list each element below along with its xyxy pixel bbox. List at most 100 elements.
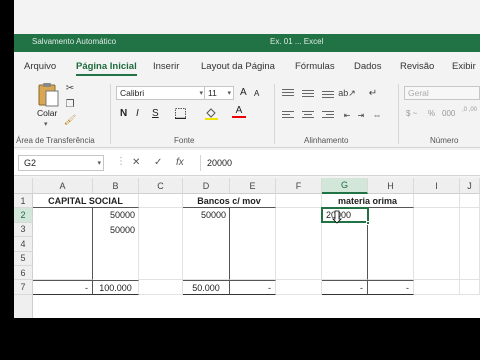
fill-color-icon[interactable]	[204, 106, 218, 120]
cell-g7[interactable]: -	[322, 280, 368, 295]
font-name-select[interactable]: Calibri ▾	[116, 86, 206, 100]
cell-a2-a6[interactable]	[33, 208, 93, 281]
grow-font-icon[interactable]: A	[240, 87, 247, 98]
increase-decimal-button[interactable]: ,0 ,00	[462, 107, 480, 113]
thousands-separator-button[interactable]: 000	[442, 109, 455, 118]
cell-h7[interactable]: -	[368, 280, 414, 295]
row-header-8[interactable]	[14, 294, 33, 318]
autosave-label[interactable]: Salvamento Automático	[32, 37, 116, 46]
italic-button[interactable]: I	[136, 108, 139, 119]
cell-j2-j6[interactable]	[460, 208, 480, 281]
format-painter-icon[interactable]: 🖌	[64, 114, 77, 126]
spreadsheet-grid[interactable]: A B C D E F G H I J 1 2 3 4 5 6 7 CAPITA…	[14, 178, 480, 318]
ribbon-tabs: Arquivo Página Inicial Inserir Layout da…	[14, 52, 480, 78]
cell-a7[interactable]: -	[33, 280, 93, 295]
column-header-c[interactable]: C	[139, 178, 183, 194]
cell-i7[interactable]	[414, 280, 460, 295]
row-8-cells[interactable]	[33, 295, 480, 318]
align-right-icon[interactable]	[322, 110, 334, 120]
cell-g1[interactable]: materia orima	[322, 194, 414, 209]
align-top-icon[interactable]	[282, 88, 294, 98]
align-bottom-icon[interactable]	[322, 88, 334, 98]
cell-a1[interactable]: CAPITAL SOCIAL	[33, 194, 139, 209]
cell-c1[interactable]	[139, 194, 183, 209]
tab-view[interactable]: Exibir	[452, 61, 476, 72]
cell-c2-c6[interactable]	[139, 208, 183, 281]
column-header-j[interactable]: J	[460, 178, 480, 194]
cell-d7[interactable]: 50.000	[183, 280, 230, 295]
tab-file[interactable]: Arquivo	[24, 61, 56, 72]
cell-j7[interactable]	[460, 280, 480, 295]
merge-center-icon[interactable]: ⇔	[370, 108, 384, 122]
tab-formulas[interactable]: Fórmulas	[295, 61, 335, 72]
column-header-i[interactable]: I	[414, 178, 460, 194]
font-color-icon[interactable]: A	[232, 105, 246, 121]
row-header-1[interactable]: 1	[14, 194, 33, 209]
cell-f7[interactable]	[276, 280, 322, 295]
group-label-clipboard: Área de Transferência	[16, 136, 95, 145]
cell-j1[interactable]	[460, 194, 480, 209]
row-header-5[interactable]: 5	[14, 251, 33, 266]
formula-bar: G2 ▾ ⋮ ✕ ✓ fx 20000	[14, 150, 480, 176]
column-header-b[interactable]: B	[93, 178, 139, 194]
bold-button[interactable]: N	[120, 108, 127, 119]
column-header-g[interactable]: G	[322, 178, 368, 194]
row-header-7[interactable]: 7	[14, 280, 33, 295]
align-left-icon[interactable]	[282, 110, 294, 120]
cut-icon[interactable]: ✂	[64, 82, 76, 94]
column-header-h[interactable]: H	[368, 178, 414, 194]
tab-insert[interactable]: Inserir	[153, 61, 179, 72]
paste-dropdown-icon[interactable]: ▾	[44, 120, 48, 128]
paste-icon[interactable]	[36, 82, 60, 108]
formula-input[interactable]: 20000	[200, 155, 480, 171]
wrap-text-icon[interactable]: ↵	[366, 86, 380, 100]
number-format-select[interactable]: Geral	[404, 86, 480, 100]
borders-icon[interactable]	[174, 107, 186, 119]
row-header-3[interactable]: 3	[14, 222, 33, 238]
active-cell-g2[interactable]: 20000	[321, 207, 369, 224]
cell-f1[interactable]	[276, 194, 322, 209]
cell-d2[interactable]: 50000	[183, 208, 230, 222]
name-box[interactable]: G2 ▾	[18, 155, 104, 171]
enter-icon[interactable]: ✓	[154, 157, 162, 168]
tab-review[interactable]: Revisão	[400, 61, 434, 72]
group-label-font: Fonte	[174, 136, 195, 145]
cell-c7[interactable]	[139, 280, 183, 295]
cell-b7[interactable]: 100.000	[93, 280, 139, 295]
percent-format-button[interactable]: %	[428, 109, 435, 118]
cell-h2-h6[interactable]	[368, 208, 414, 281]
fill-handle[interactable]	[366, 221, 370, 225]
column-header-f[interactable]: F	[276, 178, 322, 194]
cell-f2-f6[interactable]	[276, 208, 322, 281]
cell-d1[interactable]: Bancos c/ mov	[183, 194, 276, 209]
row-header-4[interactable]: 4	[14, 237, 33, 252]
column-header-a[interactable]: A	[33, 178, 93, 194]
tab-data[interactable]: Dados	[354, 61, 381, 72]
cell-e7[interactable]: -	[230, 280, 276, 295]
cell-i2-i6[interactable]	[414, 208, 460, 281]
row-header-2[interactable]: 2	[14, 208, 33, 223]
row-header-6[interactable]: 6	[14, 266, 33, 281]
cancel-icon[interactable]: ✕	[132, 157, 140, 168]
cell-i1[interactable]	[414, 194, 460, 209]
paste-label[interactable]: Colar	[37, 108, 57, 118]
increase-indent-icon[interactable]: ⇥	[354, 108, 368, 122]
cell-b3[interactable]: 50000	[93, 223, 139, 237]
cell-e2-e6[interactable]	[230, 208, 276, 281]
column-header-d[interactable]: D	[183, 178, 230, 194]
cell-b2[interactable]: 50000	[93, 208, 139, 222]
column-header-e[interactable]: E	[230, 178, 276, 194]
orientation-icon[interactable]: ab↗	[338, 86, 356, 100]
shrink-font-icon[interactable]: A	[254, 89, 259, 98]
tab-page-layout[interactable]: Layout da Página	[201, 61, 275, 72]
insert-function-icon[interactable]: fx	[176, 157, 184, 168]
tab-home[interactable]: Página Inicial	[76, 61, 137, 76]
currency-format-button[interactable]: $ ~	[406, 109, 417, 118]
copy-icon[interactable]: ❐	[64, 98, 76, 110]
select-all-corner[interactable]	[14, 178, 33, 194]
font-size-select[interactable]: 11 ▾	[204, 86, 234, 100]
align-middle-icon[interactable]	[302, 88, 314, 98]
decrease-indent-icon[interactable]: ⇤	[340, 108, 354, 122]
underline-button[interactable]: S	[152, 108, 159, 119]
align-center-icon[interactable]	[302, 110, 314, 120]
